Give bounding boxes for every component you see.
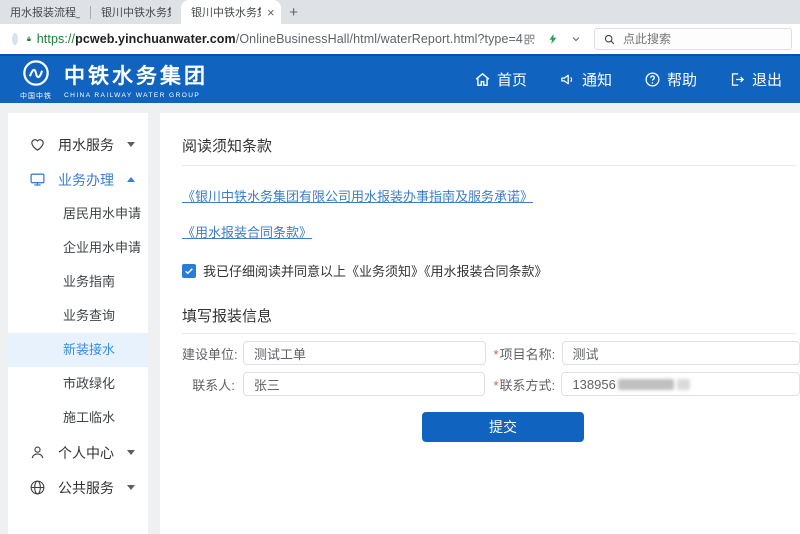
new-tab-button[interactable]: + xyxy=(281,4,307,21)
sidebar-group-business[interactable]: 业务办理 xyxy=(8,162,148,197)
lock-icon xyxy=(26,33,32,45)
logout-icon xyxy=(729,71,746,88)
nav-notifications-label: 通知 xyxy=(582,69,612,90)
chevron-down-icon xyxy=(127,450,135,455)
sidebar-group-label: 业务办理 xyxy=(58,170,127,190)
speaker-icon xyxy=(559,71,576,88)
chevron-down-icon xyxy=(127,142,135,147)
heart-icon xyxy=(29,136,46,153)
person-icon xyxy=(29,444,46,461)
sidebar-item-construction-water[interactable]: 施工临水 xyxy=(8,401,148,435)
sidebar-item-resident-water[interactable]: 居民用水申请 xyxy=(8,197,148,231)
agreement-checkbox[interactable] xyxy=(182,264,196,278)
nav-help[interactable]: 帮助 xyxy=(644,69,697,90)
sidebar-group-personal-center[interactable]: 个人中心 xyxy=(8,435,148,470)
form-section-title: 填写报装信息 xyxy=(182,305,800,326)
required-mark: * xyxy=(494,347,499,362)
project-name-input[interactable]: 测试 xyxy=(562,341,800,365)
agreement-row: 我已仔细阅读并同意以上《业务须知》《用水报装合同条款》 xyxy=(182,261,800,280)
sidebar-group-label: 公共服务 xyxy=(58,478,127,498)
monitor-icon xyxy=(29,171,46,188)
globe-icon xyxy=(29,479,46,496)
nav-home[interactable]: 首页 xyxy=(474,69,527,90)
site-header: 中国中铁 中铁水务集团 CHINA RAILWAY WATER GROUP 首页… xyxy=(0,54,800,103)
contact-person-label: 联系人: xyxy=(182,375,235,394)
submit-button[interactable]: 提交 xyxy=(422,412,584,442)
header-nav: 首页 通知 帮助 退出 xyxy=(474,69,782,90)
project-name-value: 测试 xyxy=(573,344,599,363)
form-row-2: 联系人: 张三 *联系方式: 138956 xyxy=(182,372,800,396)
logo-emblem: 中国中铁 xyxy=(14,59,58,101)
nav-help-label: 帮助 xyxy=(667,69,697,90)
company-logo: 中国中铁 中铁水务集团 CHINA RAILWAY WATER GROUP xyxy=(14,59,208,101)
qr-code-icon[interactable] xyxy=(523,33,536,46)
lightning-icon[interactable] xyxy=(547,32,559,46)
sidebar: 用水服务 业务办理 居民用水申请 企业用水申请 业务指南 业务查询 新装接水 市… xyxy=(8,113,148,534)
sidebar-item-business-query[interactable]: 业务查询 xyxy=(8,299,148,333)
nav-logout-label: 退出 xyxy=(752,69,782,90)
tab-title: 银川中铁水务集 xyxy=(101,4,171,20)
divider xyxy=(182,333,796,334)
construction-unit-input[interactable]: 测试工单 xyxy=(243,341,486,365)
address-bar: https://pcweb.yinchuanwater.com/OnlineBu… xyxy=(0,24,800,54)
main-content: 阅读须知条款 《银川中铁水务集团有限公司用水报装办事指南及服务承诺》 《用水报装… xyxy=(160,113,800,534)
contact-phone-label-text: 联系方式: xyxy=(500,378,556,393)
tab-title: 用水报装流程_ xyxy=(10,4,80,20)
contract-terms-link[interactable]: 《用水报装合同条款》 xyxy=(182,222,800,241)
search-input[interactable] xyxy=(623,32,783,46)
project-name-label-text: 项目名称: xyxy=(500,347,556,362)
contact-phone-visible-digits: 138956 xyxy=(572,377,615,392)
logo-title: 中铁水务集团 xyxy=(64,60,208,90)
tab-close-icon[interactable]: × xyxy=(267,5,275,20)
browser-tab-1[interactable]: 用水报装流程_ xyxy=(0,0,90,24)
logo-badge-text: 中国中铁 xyxy=(14,91,58,101)
form-row-1: 建设单位: 测试工单 *项目名称: 测试 xyxy=(182,341,800,365)
notice-section-title: 阅读须知条款 xyxy=(182,135,800,156)
sidebar-group-label: 用水服务 xyxy=(58,135,127,155)
required-mark: * xyxy=(493,378,498,393)
browser-tab-bar: 用水报装流程_ 银川中铁水务集 银川中铁水务集 × + xyxy=(0,0,800,24)
url-domain: pcweb.yinchuanwater.com xyxy=(75,32,236,46)
home-icon xyxy=(474,71,491,88)
contact-phone-input[interactable]: 138956 xyxy=(561,372,800,396)
divider xyxy=(182,165,796,166)
nav-notifications[interactable]: 通知 xyxy=(559,69,612,90)
chevron-down-icon[interactable] xyxy=(570,33,582,45)
sidebar-group-public-service[interactable]: 公共服务 xyxy=(8,470,148,505)
railway-emblem-icon xyxy=(22,59,50,87)
browser-tab-active[interactable]: 银川中铁水务集 × xyxy=(181,0,281,24)
sidebar-group-water-service[interactable]: 用水服务 xyxy=(8,127,148,162)
nav-home-label: 首页 xyxy=(497,69,527,90)
agreement-label: 我已仔细阅读并同意以上《业务须知》《用水报装合同条款》 xyxy=(203,261,548,280)
project-name-label: *项目名称: xyxy=(494,344,554,363)
nav-logout[interactable]: 退出 xyxy=(729,69,782,90)
contact-person-value: 张三 xyxy=(254,375,280,394)
sidebar-group-label: 个人中心 xyxy=(58,443,127,463)
url-path: /OnlineBusinessHall/html/waterReport.htm… xyxy=(236,32,523,46)
search-icon xyxy=(603,33,616,46)
sidebar-item-enterprise-water[interactable]: 企业用水申请 xyxy=(8,231,148,265)
check-icon xyxy=(184,266,194,276)
url-scheme: https:// xyxy=(37,32,75,46)
browser-action-icons xyxy=(523,32,582,46)
url-text[interactable]: https://pcweb.yinchuanwater.com/OnlineBu… xyxy=(37,32,523,46)
question-icon xyxy=(644,71,661,88)
chevron-down-icon xyxy=(127,485,135,490)
guide-document-link[interactable]: 《银川中铁水务集团有限公司用水报装办事指南及服务承诺》 xyxy=(182,186,800,205)
chevron-up-icon xyxy=(127,177,135,182)
phone-privacy-blur xyxy=(618,379,690,390)
sidebar-item-new-connection[interactable]: 新装接水 xyxy=(8,333,148,367)
contact-person-input[interactable]: 张三 xyxy=(243,372,486,396)
extension-icon[interactable] xyxy=(12,33,18,45)
sidebar-item-municipal-greening[interactable]: 市政绿化 xyxy=(8,367,148,401)
logo-subtitle: CHINA RAILWAY WATER GROUP xyxy=(64,92,208,99)
browser-tab-2[interactable]: 银川中铁水务集 xyxy=(91,0,181,24)
tab-title: 银川中铁水务集 xyxy=(191,4,261,20)
browser-search-box[interactable] xyxy=(594,28,792,50)
logo-text: 中铁水务集团 CHINA RAILWAY WATER GROUP xyxy=(64,60,208,99)
contact-phone-label: *联系方式: xyxy=(493,375,553,394)
sidebar-item-business-guide[interactable]: 业务指南 xyxy=(8,265,148,299)
construction-unit-label: 建设单位: xyxy=(182,344,235,363)
construction-unit-value: 测试工单 xyxy=(254,344,306,363)
